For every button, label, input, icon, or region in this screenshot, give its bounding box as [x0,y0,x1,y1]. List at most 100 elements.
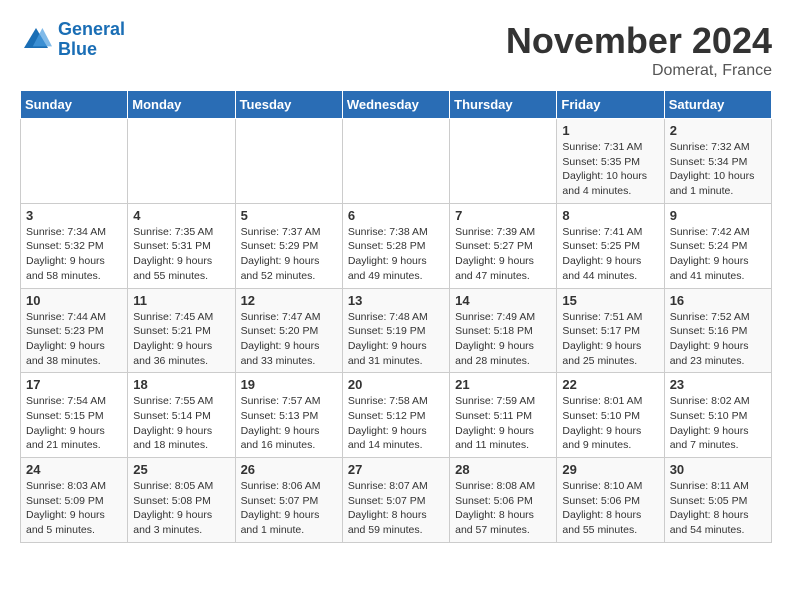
day-number: 18 [133,377,229,392]
weekday-header-thursday: Thursday [450,91,557,119]
day-info: Sunrise: 7:42 AM Sunset: 5:24 PM Dayligh… [670,225,766,284]
day-number: 29 [562,462,658,477]
calendar-cell: 10 Sunrise: 7:44 AM Sunset: 5:23 PM Dayli… [21,288,128,373]
day-info: Sunrise: 8:06 AM Sunset: 5:07 PM Dayligh… [241,479,337,538]
day-number: 26 [241,462,337,477]
day-info: Sunrise: 7:32 AM Sunset: 5:34 PM Dayligh… [670,140,766,199]
calendar-cell [235,119,342,204]
calendar-cell: 5 Sunrise: 7:37 AM Sunset: 5:29 PM Daylig… [235,203,342,288]
calendar-cell: 9 Sunrise: 7:42 AM Sunset: 5:24 PM Daylig… [664,203,771,288]
month-title: November 2024 [506,20,772,62]
day-number: 13 [348,293,444,308]
calendar-cell: 28 Sunrise: 8:08 AM Sunset: 5:06 PM Dayli… [450,458,557,543]
calendar-cell: 2 Sunrise: 7:32 AM Sunset: 5:34 PM Daylig… [664,119,771,204]
day-number: 21 [455,377,551,392]
calendar-cell [450,119,557,204]
day-info: Sunrise: 7:57 AM Sunset: 5:13 PM Dayligh… [241,394,337,453]
day-number: 9 [670,208,766,223]
day-number: 14 [455,293,551,308]
day-info: Sunrise: 8:01 AM Sunset: 5:10 PM Dayligh… [562,394,658,453]
calendar-cell: 1 Sunrise: 7:31 AM Sunset: 5:35 PM Daylig… [557,119,664,204]
page-header: General Blue November 2024 Domerat, Fran… [20,20,772,80]
day-info: Sunrise: 7:38 AM Sunset: 5:28 PM Dayligh… [348,225,444,284]
day-info: Sunrise: 7:44 AM Sunset: 5:23 PM Dayligh… [26,310,122,369]
day-number: 22 [562,377,658,392]
day-number: 1 [562,123,658,138]
day-number: 3 [26,208,122,223]
day-info: Sunrise: 8:07 AM Sunset: 5:07 PM Dayligh… [348,479,444,538]
day-info: Sunrise: 7:39 AM Sunset: 5:27 PM Dayligh… [455,225,551,284]
day-number: 11 [133,293,229,308]
calendar-cell: 21 Sunrise: 7:59 AM Sunset: 5:11 PM Dayli… [450,373,557,458]
day-info: Sunrise: 7:51 AM Sunset: 5:17 PM Dayligh… [562,310,658,369]
calendar-table: SundayMondayTuesdayWednesdayThursdayFrid… [20,90,772,543]
calendar-cell: 30 Sunrise: 8:11 AM Sunset: 5:05 PM Dayli… [664,458,771,543]
day-info: Sunrise: 7:34 AM Sunset: 5:32 PM Dayligh… [26,225,122,284]
calendar-cell: 14 Sunrise: 7:49 AM Sunset: 5:18 PM Dayli… [450,288,557,373]
day-number: 19 [241,377,337,392]
day-number: 10 [26,293,122,308]
calendar-cell: 24Sunrise: 8:03 AM Sunset: 5:09 PM Dayli… [21,458,128,543]
day-info: Sunrise: 8:02 AM Sunset: 5:10 PM Dayligh… [670,394,766,453]
day-number: 28 [455,462,551,477]
calendar-cell: 6Sunrise: 7:38 AM Sunset: 5:28 PM Daylig… [342,203,449,288]
day-number: 8 [562,208,658,223]
day-number: 30 [670,462,766,477]
weekday-header-wednesday: Wednesday [342,91,449,119]
day-number: 5 [241,208,337,223]
logo: General Blue [20,20,125,60]
day-info: Sunrise: 7:58 AM Sunset: 5:12 PM Dayligh… [348,394,444,453]
day-number: 4 [133,208,229,223]
day-info: Sunrise: 7:54 AM Sunset: 5:15 PM Dayligh… [26,394,122,453]
calendar-cell [21,119,128,204]
day-number: 20 [348,377,444,392]
day-info: Sunrise: 7:45 AM Sunset: 5:21 PM Dayligh… [133,310,229,369]
calendar-cell: 27 Sunrise: 8:07 AM Sunset: 5:07 PM Dayli… [342,458,449,543]
calendar-cell: 3 Sunrise: 7:34 AM Sunset: 5:32 PM Daylig… [21,203,128,288]
calendar-cell: 8Sunrise: 7:41 AM Sunset: 5:25 PM Daylig… [557,203,664,288]
day-info: Sunrise: 7:35 AM Sunset: 5:31 PM Dayligh… [133,225,229,284]
calendar-cell: 18 Sunrise: 7:55 AM Sunset: 5:14 PM Dayli… [128,373,235,458]
logo-blue: Blue [58,39,97,59]
calendar-cell: 19 Sunrise: 7:57 AM Sunset: 5:13 PM Dayli… [235,373,342,458]
weekday-header-sunday: Sunday [21,91,128,119]
calendar-cell: 23Sunrise: 8:02 AM Sunset: 5:10 PM Dayli… [664,373,771,458]
calendar-cell: 16Sunrise: 7:52 AM Sunset: 5:16 PM Dayli… [664,288,771,373]
day-info: Sunrise: 7:55 AM Sunset: 5:14 PM Dayligh… [133,394,229,453]
day-number: 15 [562,293,658,308]
day-info: Sunrise: 8:10 AM Sunset: 5:06 PM Dayligh… [562,479,658,538]
title-block: November 2024 Domerat, France [506,20,772,80]
day-info: Sunrise: 8:08 AM Sunset: 5:06 PM Dayligh… [455,479,551,538]
location: Domerat, France [506,62,772,80]
day-number: 2 [670,123,766,138]
day-number: 12 [241,293,337,308]
calendar-cell: 13Sunrise: 7:48 AM Sunset: 5:19 PM Dayli… [342,288,449,373]
day-info: Sunrise: 7:52 AM Sunset: 5:16 PM Dayligh… [670,310,766,369]
calendar-cell: 29 Sunrise: 8:10 AM Sunset: 5:06 PM Dayli… [557,458,664,543]
calendar-cell: 20 Sunrise: 7:58 AM Sunset: 5:12 PM Dayli… [342,373,449,458]
calendar-cell [342,119,449,204]
calendar-cell: 15 Sunrise: 7:51 AM Sunset: 5:17 PM Dayli… [557,288,664,373]
weekday-header-saturday: Saturday [664,91,771,119]
day-info: Sunrise: 7:59 AM Sunset: 5:11 PM Dayligh… [455,394,551,453]
day-info: Sunrise: 8:11 AM Sunset: 5:05 PM Dayligh… [670,479,766,538]
calendar-cell: 12Sunrise: 7:47 AM Sunset: 5:20 PM Dayli… [235,288,342,373]
day-info: Sunrise: 7:31 AM Sunset: 5:35 PM Dayligh… [562,140,658,199]
calendar-cell: 4 Sunrise: 7:35 AM Sunset: 5:31 PM Daylig… [128,203,235,288]
logo-general: General [58,19,125,39]
calendar-cell [128,119,235,204]
logo-text: General Blue [58,20,125,60]
day-number: 7 [455,208,551,223]
calendar-cell: 25Sunrise: 8:05 AM Sunset: 5:08 PM Dayli… [128,458,235,543]
calendar-cell: 17 Sunrise: 7:54 AM Sunset: 5:15 PM Dayli… [21,373,128,458]
weekday-header-tuesday: Tuesday [235,91,342,119]
day-info: Sunrise: 7:37 AM Sunset: 5:29 PM Dayligh… [241,225,337,284]
day-number: 17 [26,377,122,392]
calendar-cell: 26 Sunrise: 8:06 AM Sunset: 5:07 PM Dayli… [235,458,342,543]
day-number: 24 [26,462,122,477]
calendar-cell: 22 Sunrise: 8:01 AM Sunset: 5:10 PM Dayli… [557,373,664,458]
day-info: Sunrise: 7:49 AM Sunset: 5:18 PM Dayligh… [455,310,551,369]
day-info: Sunrise: 8:05 AM Sunset: 5:08 PM Dayligh… [133,479,229,538]
day-number: 27 [348,462,444,477]
weekday-header-friday: Friday [557,91,664,119]
